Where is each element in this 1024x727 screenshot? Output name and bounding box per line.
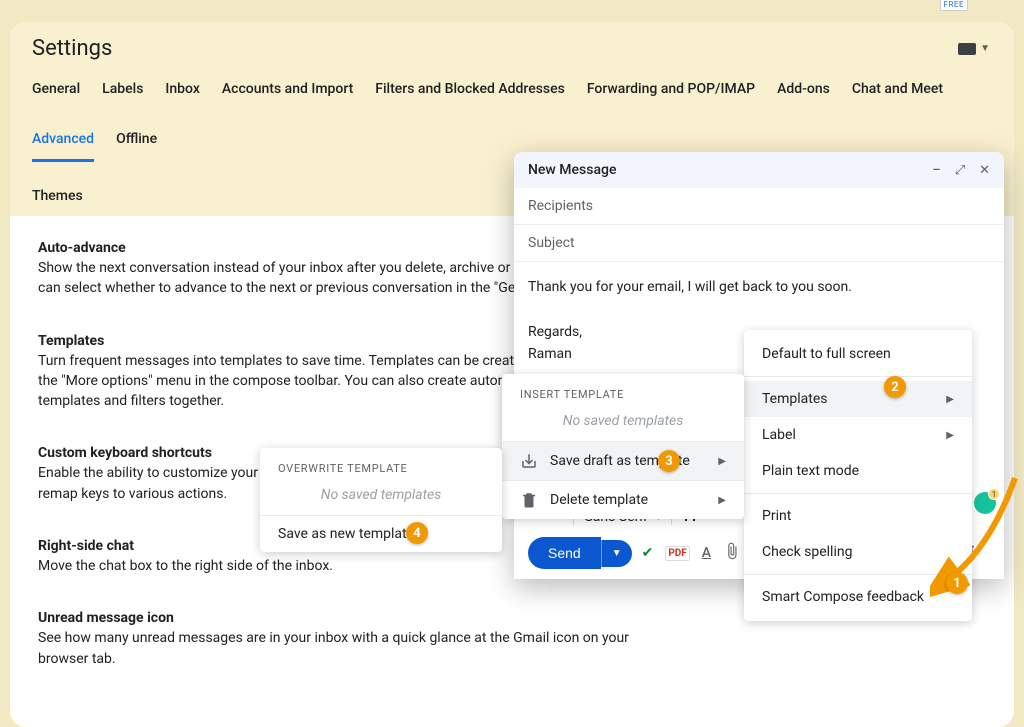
- save-draft-as-template[interactable]: Save draft as template ▶: [502, 441, 744, 480]
- tab-advanced[interactable]: Advanced: [32, 131, 94, 162]
- tab-offline[interactable]: Offline: [116, 131, 157, 162]
- send-button[interactable]: Send: [528, 537, 601, 569]
- menu-print[interactable]: Print: [744, 498, 972, 534]
- save-as-new-template[interactable]: Save as new template: [260, 515, 502, 552]
- menu-label: Templates: [762, 391, 828, 407]
- keyboard-icon: [958, 43, 976, 55]
- menu-label-item[interactable]: Label ▶: [744, 417, 972, 453]
- menu-separator: [744, 493, 972, 494]
- submenu-label: Save as new template: [278, 526, 414, 542]
- save-icon: [520, 452, 538, 470]
- send-options-button[interactable]: ▼: [601, 540, 632, 567]
- grammarly-count: 1: [988, 488, 1000, 500]
- body-line: Thank you for your email, I will get bac…: [528, 276, 990, 298]
- more-options-menu: Default to full screen Templates ▶ Label…: [744, 330, 972, 621]
- menu-templates[interactable]: Templates ▶: [744, 381, 972, 417]
- page-title: Settings: [32, 36, 112, 61]
- chevron-right-icon: ▶: [946, 394, 954, 405]
- close-icon[interactable]: ✕: [979, 163, 990, 178]
- annotation-badge-1: 1: [946, 572, 968, 594]
- menu-default-fullscreen[interactable]: Default to full screen: [744, 336, 972, 372]
- menu-check-spelling[interactable]: Check spelling: [744, 534, 972, 570]
- recipients-field[interactable]: Recipients: [514, 188, 1004, 225]
- setting-desc: See how many unread messages are in your…: [38, 628, 678, 669]
- templates-submenu: INSERT TEMPLATE No saved templates Save …: [502, 374, 744, 519]
- annotation-badge-2: 2: [884, 376, 906, 398]
- menu-separator: [744, 574, 972, 575]
- menu-plain-text[interactable]: Plain text mode: [744, 453, 972, 489]
- overwrite-submenu: OVERWRITE TEMPLATE No saved templates Sa…: [260, 448, 502, 552]
- insert-template-header: INSERT TEMPLATE: [502, 374, 744, 407]
- menu-label: Smart Compose feedback: [762, 589, 924, 605]
- menu-smart-compose[interactable]: Smart Compose feedback: [744, 579, 972, 615]
- tab-addons[interactable]: Add-ons: [777, 81, 830, 109]
- fullscreen-icon[interactable]: ⤢: [955, 163, 965, 178]
- submenu-label: Delete template: [550, 492, 648, 508]
- tab-chat[interactable]: Chat and Meet: [852, 81, 943, 109]
- menu-label: Default to full screen: [762, 346, 891, 362]
- overwrite-template-header: OVERWRITE TEMPLATE: [260, 448, 502, 481]
- menu-separator: [744, 376, 972, 377]
- annotation-badge-3: 3: [658, 450, 680, 472]
- menu-label: Check spelling: [762, 544, 852, 560]
- pdf-icon[interactable]: PDF: [665, 546, 689, 561]
- annotation-badge-4: 4: [406, 522, 428, 544]
- menu-label: Label: [762, 427, 796, 443]
- compose-title: New Message: [528, 162, 616, 178]
- grammarly-badge[interactable]: 1: [974, 492, 996, 514]
- free-badge: FREE: [940, 0, 968, 11]
- no-saved-templates: No saved templates: [260, 481, 502, 515]
- chevron-down-icon: ▼: [980, 43, 990, 54]
- delete-template[interactable]: Delete template ▶: [502, 480, 744, 519]
- chevron-right-icon: ▶: [718, 456, 726, 467]
- tab-forwarding[interactable]: Forwarding and POP/IMAP: [587, 81, 755, 109]
- chevron-right-icon: ▶: [718, 495, 726, 506]
- attach-icon[interactable]: [723, 542, 741, 564]
- tab-labels[interactable]: Labels: [102, 81, 143, 109]
- trash-icon: [520, 491, 538, 509]
- minimize-icon[interactable]: –: [932, 163, 940, 178]
- tab-inbox[interactable]: Inbox: [165, 81, 199, 109]
- tab-general[interactable]: General: [32, 81, 80, 109]
- text-format-icon[interactable]: A: [702, 545, 711, 561]
- input-tools-button[interactable]: ▼: [958, 43, 990, 55]
- checkmark-icon[interactable]: ✔: [642, 545, 654, 561]
- menu-label: Print: [762, 508, 791, 524]
- no-saved-templates: No saved templates: [502, 407, 744, 441]
- chevron-right-icon: ▶: [946, 430, 954, 441]
- menu-label: Plain text mode: [762, 463, 859, 479]
- compose-header[interactable]: New Message – ⤢ ✕: [514, 152, 1004, 188]
- tab-filters[interactable]: Filters and Blocked Addresses: [375, 81, 565, 109]
- subject-field[interactable]: Subject: [514, 225, 1004, 262]
- tab-accounts[interactable]: Accounts and Import: [222, 81, 353, 109]
